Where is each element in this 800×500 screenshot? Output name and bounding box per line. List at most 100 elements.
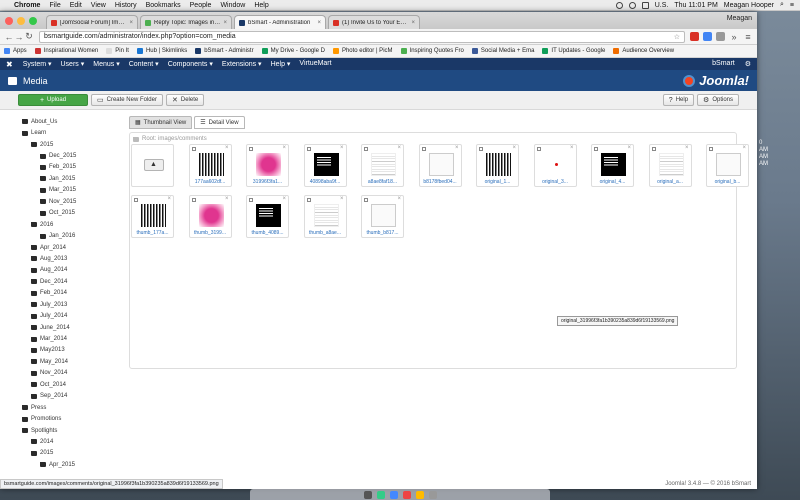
folder-tree-item[interactable]: July_2013 (22, 299, 122, 310)
folder-tree-item[interactable]: Mar_2014 (22, 333, 122, 344)
menu-bookmarks[interactable]: Bookmarks (146, 2, 181, 9)
folder-tree-item[interactable]: Oct_2015 (22, 208, 122, 219)
admin-menu-system[interactable]: System ▾ (23, 60, 52, 68)
folder-tree-item[interactable]: 2016 (22, 219, 122, 230)
folder-tree-item[interactable]: Jan_2015 (22, 173, 122, 184)
sync-icon[interactable] (615, 1, 623, 9)
menu-file[interactable]: File (49, 2, 60, 9)
admin-menu-virtuemart[interactable]: VirtueMart (299, 60, 331, 68)
folder-tree-item[interactable]: Dec_2014 (22, 276, 122, 287)
admin-menu-extensions[interactable]: Extensions ▾ (222, 60, 262, 68)
folder-tree-item[interactable]: Spotlights (22, 425, 122, 436)
delete-icon[interactable]: × (627, 145, 631, 151)
folder-tree-item[interactable]: Aug_2014 (22, 265, 122, 276)
bookmark-item[interactable]: Audience Overview (613, 48, 674, 54)
folder-up-item[interactable]: ▲ (131, 144, 174, 187)
bookmark-item[interactable]: Inspiring Quotes Fro (400, 48, 464, 54)
folder-tree-item[interactable]: Nov_2014 (22, 368, 122, 379)
settings-gear-icon[interactable]: ⚙ (745, 60, 751, 68)
folder-tree-item[interactable]: Press (22, 402, 122, 413)
close-tab-icon[interactable]: × (129, 20, 133, 26)
folder-tree-item[interactable]: Learn (22, 127, 122, 138)
media-thumbnail[interactable]: × thumb_4089... (246, 195, 289, 238)
folder-tree-item[interactable]: Dec_2015 (22, 150, 122, 161)
select-checkbox[interactable] (651, 147, 656, 151)
menu-window[interactable]: Window (220, 2, 245, 9)
create-folder-button[interactable]: ▭ Create New Folder (91, 94, 163, 106)
folder-tree-item[interactable]: May2013 (22, 345, 122, 356)
admin-menu-users[interactable]: Users ▾ (61, 60, 85, 68)
folder-tree-item[interactable]: Feb_2015 (22, 162, 122, 173)
delete-icon[interactable]: × (455, 145, 459, 151)
back-icon[interactable]: ← (4, 32, 14, 42)
profile-button[interactable]: Meagan (727, 15, 752, 22)
dock-app-icon[interactable] (415, 490, 424, 499)
close-tab-icon[interactable]: × (411, 20, 415, 26)
folder-tree-item[interactable]: Promotions (22, 413, 122, 424)
select-checkbox[interactable] (249, 147, 253, 151)
search-icon[interactable]: ⌕ (780, 1, 784, 9)
chrome-menu-icon[interactable]: ≡ (743, 32, 753, 42)
close-tab-icon[interactable]: × (317, 20, 321, 26)
options-button[interactable]: ⚙ Options (697, 94, 739, 106)
thumbnail-view-tab[interactable]: ▦ Thumbnail View (129, 116, 193, 129)
folder-tree-item[interactable]: Nov_2015 (22, 196, 122, 207)
delete-icon[interactable]: × (512, 145, 516, 151)
delete-icon[interactable]: × (225, 196, 229, 202)
select-checkbox[interactable] (709, 147, 713, 151)
browser-tab[interactable]: Reply Topic: Images in Eve × (140, 15, 232, 29)
list-icon[interactable]: ≡ (790, 2, 794, 9)
close-window-button[interactable] (5, 17, 13, 25)
site-link[interactable]: bSmart (712, 60, 735, 68)
more-icon[interactable]: » (729, 32, 739, 42)
media-thumbnail[interactable]: × 31996f3fa1... (246, 144, 289, 187)
dock-app-icon[interactable] (389, 490, 398, 499)
dock-app-icon[interactable] (402, 490, 411, 499)
extension-icon[interactable] (703, 32, 712, 41)
close-tab-icon[interactable]: × (223, 20, 227, 26)
select-checkbox[interactable] (364, 147, 368, 151)
folder-tree-item[interactable]: Jan_2016 (22, 230, 122, 241)
select-checkbox[interactable] (306, 147, 311, 151)
upload-button[interactable]: + Upload (18, 94, 88, 106)
select-checkbox[interactable] (421, 147, 426, 151)
detail-view-tab[interactable]: ☰ Detail View (194, 116, 245, 129)
bookmark-item[interactable]: Inspirational Women (34, 48, 98, 54)
bookmark-item[interactable]: bSmart - Administr (195, 48, 254, 54)
media-thumbnail[interactable]: × original_4... (591, 144, 634, 187)
bookmark-item[interactable]: Social Media + Ema (471, 48, 534, 54)
menu-history[interactable]: History (115, 2, 137, 9)
folder-tree-item[interactable]: 2014 (22, 436, 122, 447)
select-checkbox[interactable] (306, 198, 311, 202)
pinterest-extension-icon[interactable] (690, 32, 699, 41)
user-label[interactable]: Meagan Hooper (724, 2, 774, 9)
up-button[interactable]: ▲ (143, 158, 164, 171)
select-checkbox[interactable] (594, 147, 598, 151)
select-checkbox[interactable] (191, 147, 196, 151)
battery-icon[interactable] (641, 1, 649, 9)
folder-tree-item[interactable]: Sep_2014 (22, 391, 122, 402)
folder-tree-item[interactable]: Apr_2014 (22, 242, 122, 253)
zoom-window-button[interactable] (29, 17, 37, 25)
delete-icon[interactable]: × (570, 145, 574, 151)
dock-app-icon[interactable] (363, 490, 372, 499)
folder-tree-item[interactable]: 2015 (22, 448, 122, 459)
select-checkbox[interactable] (536, 147, 541, 151)
media-thumbnail[interactable]: × b8178fbed04... (418, 144, 462, 187)
folder-tree-item[interactable]: May_2014 (22, 356, 122, 367)
menu-view[interactable]: View (91, 2, 106, 9)
delete-icon[interactable]: × (167, 196, 171, 202)
folder-tree-item[interactable]: 2015 (22, 139, 122, 150)
delete-button[interactable]: ✕ Delete (165, 94, 205, 106)
joomla-logo-icon[interactable]: ✖ (6, 60, 13, 69)
select-checkbox[interactable] (191, 198, 196, 202)
browser-tab[interactable]: bSmart - Administration × (234, 15, 326, 29)
admin-menu-help[interactable]: Help ▾ (271, 60, 291, 68)
bookmark-item[interactable]: Hub | Skimlinks (136, 48, 187, 54)
media-thumbnail[interactable]: × a8ae8faf18... (361, 144, 404, 187)
delete-icon[interactable]: × (340, 145, 344, 151)
media-thumbnail[interactable]: × original_a... (648, 144, 692, 187)
menu-app[interactable]: Chrome (14, 2, 40, 9)
folder-tree-item[interactable]: Oct_2014 (22, 379, 122, 390)
help-button[interactable]: ? Help (662, 94, 695, 106)
